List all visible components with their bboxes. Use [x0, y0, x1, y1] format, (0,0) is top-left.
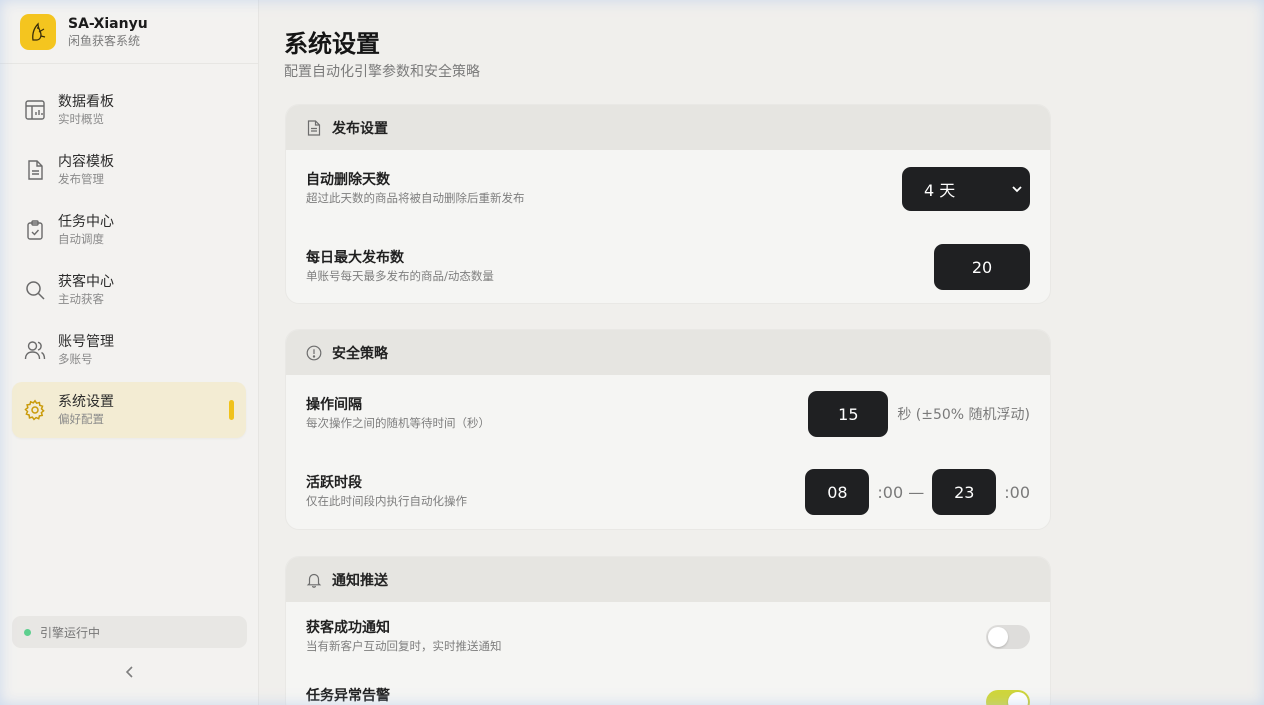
sidebar-item-label: 系统设置: [58, 394, 114, 410]
task-alert-toggle[interactable]: [986, 690, 1030, 705]
row-label: 获客成功通知: [306, 620, 390, 636]
active-end-hour-input[interactable]: 23: [932, 469, 997, 515]
end-hour-suffix: :00: [1004, 482, 1030, 502]
card-header: 通知推送: [286, 557, 1050, 602]
interval-suffix: 秒 (±50% 随机浮动): [897, 407, 1030, 423]
row-label: 活跃时段: [306, 475, 362, 491]
row-control: 4 天: [902, 167, 1030, 211]
collapse-sidebar-button[interactable]: [120, 662, 140, 682]
status-dot-icon: [24, 628, 31, 636]
sidebar-item-label: 数据看板: [58, 94, 114, 110]
dashboard-icon: [24, 99, 46, 121]
bell-icon: [306, 572, 322, 588]
sidebar-item-sub: 实时概览: [58, 112, 104, 126]
users-icon: [24, 339, 46, 361]
daily-max-input[interactable]: 20: [934, 244, 1030, 290]
lead-success-toggle[interactable]: [986, 625, 1030, 649]
sidebar: SA-Xianyu 闲鱼获客系统 数据看板 实时概览 内容模板 发布管理 任务中…: [0, 0, 259, 705]
sidebar-item-tasks[interactable]: 任务中心 自动调度: [12, 202, 246, 258]
brand-name: SA-Xianyu: [68, 15, 148, 32]
card-title: 安全策略: [332, 345, 388, 362]
document-icon: [24, 159, 46, 181]
row-description: 每次操作之间的随机等待时间（秒）: [306, 416, 490, 430]
brand-subtitle: 闲鱼获客系统: [68, 33, 141, 48]
toggle-knob: [1008, 692, 1028, 705]
card-title: 通知推送: [332, 572, 388, 589]
sidebar-item-accounts[interactable]: 账号管理 多账号: [12, 322, 246, 378]
daily-max-row: 每日最大发布数 单账号每天最多发布的商品/动态数量 20: [286, 228, 1050, 303]
app-logo-icon: [20, 13, 56, 50]
auto-delete-days-select[interactable]: 4 天: [902, 167, 1030, 211]
engine-status-badge: 引擎运行中: [12, 616, 247, 648]
chevron-down-icon: [1012, 185, 1022, 192]
card-header: 发布设置: [286, 105, 1050, 150]
sidebar-item-label: 获客中心: [58, 274, 114, 290]
row-control: 20: [934, 244, 1030, 290]
sidebar-item-leads[interactable]: 获客中心 主动获客: [12, 262, 246, 318]
interval-row: 操作间隔 每次操作之间的随机等待时间（秒） 15 秒 (±50% 随机浮动): [286, 375, 1050, 453]
lead-success-row: 获客成功通知 当有新客户互动回复时，实时推送通知: [286, 602, 1050, 672]
sidebar-item-sub: 自动调度: [58, 232, 104, 246]
alert-circle-icon: [306, 345, 322, 361]
row-description: 当有新客户互动回复时，实时推送通知: [306, 639, 502, 653]
active-indicator: [229, 400, 234, 420]
sidebar-nav: 数据看板 实时概览 内容模板 发布管理 任务中心 自动调度 获客中心 主动获客 …: [0, 64, 258, 438]
row-label: 自动删除天数: [306, 172, 390, 188]
notification-card: 通知推送 获客成功通知 当有新客户互动回复时，实时推送通知 任务异常告警: [285, 556, 1051, 705]
toggle-knob: [988, 627, 1008, 647]
sidebar-item-label: 内容模板: [58, 154, 114, 170]
page-title: 系统设置: [284, 30, 380, 58]
row-label: 任务异常告警: [306, 688, 390, 704]
row-control: [986, 625, 1030, 649]
brand-header: SA-Xianyu 闲鱼获客系统: [0, 0, 258, 64]
card-title: 发布设置: [332, 120, 388, 137]
active-hours-row: 活跃时段 仅在此时间段内执行自动化操作 08 :00 — 23 :00: [286, 453, 1050, 529]
sidebar-item-label: 任务中心: [58, 214, 114, 230]
sidebar-item-sub: 偏好配置: [58, 412, 104, 426]
active-start-hour-input[interactable]: 08: [805, 469, 870, 515]
select-value: 4 天: [924, 181, 956, 200]
task-alert-row: 任务异常告警: [286, 672, 1050, 705]
sidebar-item-label: 账号管理: [58, 334, 114, 350]
row-control: 15 秒 (±50% 随机浮动): [808, 391, 1030, 437]
row-label: 操作间隔: [306, 397, 362, 413]
sidebar-item-dashboard[interactable]: 数据看板 实时概览: [12, 82, 246, 138]
row-label: 每日最大发布数: [306, 250, 404, 266]
clipboard-check-icon: [24, 219, 46, 241]
chevron-left-icon: [125, 666, 133, 678]
security-policy-card: 安全策略 操作间隔 每次操作之间的随机等待时间（秒） 15 秒 (±50% 随机…: [285, 329, 1051, 530]
auto-delete-row: 自动删除天数 超过此天数的商品将被自动删除后重新发布 4 天: [286, 150, 1050, 228]
app-window: SA-Xianyu 闲鱼获客系统 数据看板 实时概览 内容模板 发布管理 任务中…: [0, 0, 1264, 705]
search-icon: [24, 279, 46, 301]
start-hour-suffix: :00 —: [877, 482, 925, 502]
row-description: 超过此天数的商品将被自动删除后重新发布: [306, 191, 525, 205]
card-header: 安全策略: [286, 330, 1050, 375]
engine-status-text: 引擎运行中: [40, 625, 101, 640]
sidebar-item-sub: 主动获客: [58, 292, 104, 306]
sidebar-item-settings[interactable]: 系统设置 偏好配置: [12, 382, 246, 438]
document-icon: [306, 119, 322, 136]
page-subtitle: 配置自动化引擎参数和安全策略: [284, 64, 480, 80]
row-description: 仅在此时间段内执行自动化操作: [306, 494, 467, 508]
sidebar-item-templates[interactable]: 内容模板 发布管理: [12, 142, 246, 198]
sidebar-item-sub: 多账号: [58, 352, 93, 366]
row-control: 08 :00 — 23 :00: [805, 469, 1030, 515]
main-content: 系统设置 配置自动化引擎参数和安全策略 发布设置 自动删除天数 超过此天数的商品…: [259, 0, 1264, 705]
row-description: 单账号每天最多发布的商品/动态数量: [306, 269, 494, 283]
row-control: [986, 690, 1030, 705]
gear-icon: [24, 399, 46, 421]
interval-seconds-input[interactable]: 15: [808, 391, 889, 437]
sidebar-item-sub: 发布管理: [58, 172, 104, 186]
publish-settings-card: 发布设置 自动删除天数 超过此天数的商品将被自动删除后重新发布 4 天 每日最大…: [285, 104, 1051, 304]
